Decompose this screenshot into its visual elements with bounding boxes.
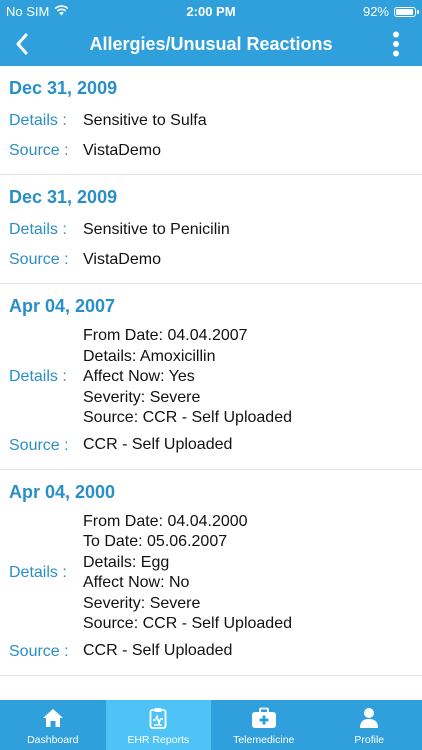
list-item: Apr 04, 2000 Details : From Date: 04.04.… bbox=[0, 470, 422, 676]
details-label: Details : bbox=[9, 112, 67, 129]
tab-bar: Dashboard EHR Reports Telemedicine Profi… bbox=[0, 700, 422, 750]
tab-ehr-reports[interactable]: EHR Reports bbox=[105, 700, 211, 750]
detail-line: Source: CCR - Self Uploaded bbox=[83, 615, 292, 632]
entry-date: Dec 31, 2009 bbox=[9, 78, 118, 98]
medical-kit-icon bbox=[251, 705, 277, 731]
details-value: From Date: 04.04.2000 To Date: 05.06.200… bbox=[83, 512, 292, 635]
tab-label: Telemedicine bbox=[233, 734, 295, 746]
source-label: Source : bbox=[9, 251, 69, 268]
source-label: Source : bbox=[9, 142, 69, 159]
details-value: Sensitive to Sulfa bbox=[83, 111, 207, 129]
person-icon bbox=[359, 705, 379, 731]
page-title: Allergies/Unusual Reactions bbox=[89, 34, 333, 54]
clipboard-icon bbox=[149, 705, 167, 731]
tab-label: Dashboard bbox=[27, 734, 79, 746]
entry-date: Apr 04, 2000 bbox=[9, 481, 116, 502]
source-value: VistaDemo bbox=[83, 141, 161, 159]
battery-icon bbox=[394, 6, 419, 17]
more-options-button[interactable] bbox=[390, 30, 402, 58]
source-value: VistaDemo bbox=[83, 250, 161, 268]
tab-telemedicine[interactable]: Telemedicine bbox=[211, 700, 317, 750]
details-label: Details : bbox=[9, 564, 67, 581]
list-item: Apr 04, 2007 Details : From Date: 04.04.… bbox=[0, 284, 422, 470]
details-label: Details : bbox=[9, 368, 67, 386]
detail-line: To Date: 05.06.2007 bbox=[83, 533, 228, 550]
detail-line: Severity: Severe bbox=[83, 388, 201, 406]
entry-date: Dec 31, 2009 bbox=[9, 187, 118, 207]
details-value: Sensitive to Penicilin bbox=[83, 220, 230, 238]
source-label: Source : bbox=[9, 436, 69, 454]
source-label: Source : bbox=[9, 642, 69, 660]
detail-line: From Date: 04.04.2007 bbox=[83, 327, 248, 344]
tab-dashboard[interactable]: Dashboard bbox=[0, 700, 106, 750]
detail-line: Details: Egg bbox=[83, 553, 170, 571]
entry-date: Apr 04, 2007 bbox=[9, 296, 116, 316]
battery-percent: 92% bbox=[362, 4, 389, 19]
source-value: CCR - Self Uploaded bbox=[83, 642, 233, 660]
tab-profile[interactable]: Profile bbox=[317, 700, 422, 750]
home-icon bbox=[42, 705, 64, 731]
detail-line: Affect Now: No bbox=[83, 574, 190, 591]
list-item: Dec 31, 2009 Details : Sensitive to Sulf… bbox=[0, 66, 422, 175]
status-bar: No SIM 2:00 PM 92% bbox=[0, 0, 422, 22]
source-value: CCR - Self Uploaded bbox=[83, 436, 233, 454]
detail-line: From Date: 04.04.2000 bbox=[83, 512, 248, 530]
clock: 2:00 PM bbox=[186, 4, 236, 19]
detail-line: Details: Amoxicillin bbox=[83, 347, 216, 365]
detail-line: Affect Now: Yes bbox=[83, 368, 195, 385]
details-label: Details : bbox=[9, 221, 67, 238]
detail-line: Source: CCR - Self Uploaded bbox=[83, 409, 292, 426]
detail-line: Severity: Severe bbox=[83, 594, 201, 612]
tab-label: EHR Reports bbox=[127, 734, 190, 746]
nav-bar: Allergies/Unusual Reactions bbox=[0, 22, 422, 66]
allergy-list[interactable]: Dec 31, 2009 Details : Sensitive to Sulf… bbox=[0, 66, 422, 700]
tab-label: Profile bbox=[354, 734, 385, 746]
details-value: From Date: 04.04.2007 Details: Amoxicill… bbox=[83, 326, 292, 429]
list-item: Dec 31, 2009 Details : Sensitive to Peni… bbox=[0, 175, 422, 284]
more-vertical-icon bbox=[393, 31, 399, 57]
